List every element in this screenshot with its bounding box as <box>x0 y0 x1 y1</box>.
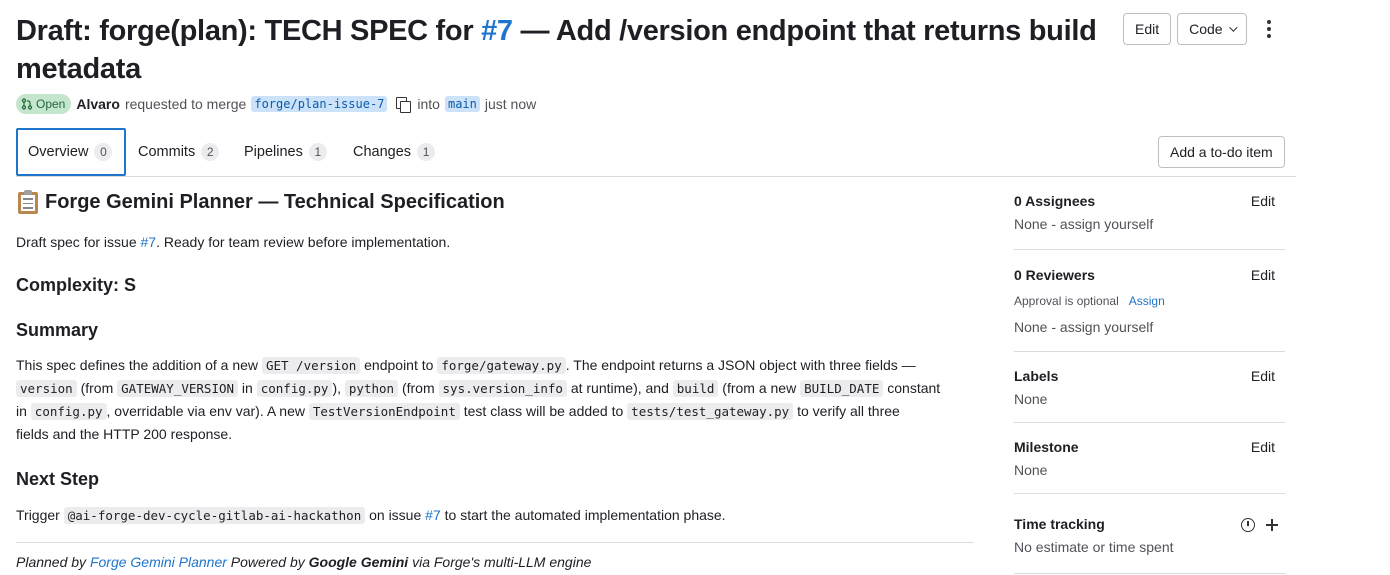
intro-text-end: . Ready for team review before implement… <box>156 234 451 250</box>
code-dropdown-button[interactable]: Code <box>1177 13 1247 45</box>
tab-count: 1 <box>308 143 327 161</box>
reviewers-value[interactable]: None - assign yourself <box>1014 319 1153 335</box>
code-span: version <box>16 380 77 397</box>
edit-button[interactable]: Edit <box>1123 13 1172 45</box>
description-heading-text: Forge Gemini Planner — Technical Specifi… <box>45 190 505 213</box>
tab-label: Pipelines <box>244 144 303 160</box>
code-span: TestVersionEndpoint <box>308 403 460 420</box>
code-span: build <box>672 380 719 397</box>
reviewers-title: 0 Reviewers <box>1014 267 1095 283</box>
tab-overview[interactable]: Overview 0 <box>16 128 126 176</box>
description: Forge Gemini Planner — Technical Specifi… <box>16 186 974 570</box>
code-span: forge/gateway.py <box>437 357 566 374</box>
milestone-section: Milestone Edit None <box>1014 423 1285 494</box>
tab-label: Overview <box>28 144 89 160</box>
milestone-title: Milestone <box>1014 439 1079 455</box>
assign-reviewer-link[interactable]: Assign <box>1129 294 1165 308</box>
time-tracking-value: No estimate or time spent <box>1014 539 1174 555</box>
tab-count: 2 <box>201 143 220 161</box>
status-badge: Open <box>16 94 72 114</box>
summary-heading: Summary <box>16 320 99 340</box>
footer-line: Planned by Forge Gemini Planner Powered … <box>16 554 592 570</box>
plus-icon[interactable] <box>1266 519 1278 531</box>
labels-title: Labels <box>1014 368 1059 384</box>
summary-paragraph: This spec defines the addition of a new … <box>16 354 974 445</box>
tab-changes[interactable]: Changes 1 <box>343 128 445 176</box>
issue-link[interactable]: #7 <box>425 507 441 523</box>
into-text: into <box>417 96 440 112</box>
tab-count: 1 <box>417 143 436 161</box>
tab-count: 0 <box>94 143 113 161</box>
merge-request-icon <box>21 98 33 110</box>
summary-line: in config.py, overridable via env var). … <box>16 403 900 420</box>
time-text: just now <box>484 96 537 112</box>
tab-commits[interactable]: Commits 2 <box>128 128 229 176</box>
labels-section: Labels Edit None <box>1014 352 1285 423</box>
labels-edit-button[interactable]: Edit <box>1251 368 1275 384</box>
milestone-value: None <box>1014 462 1048 478</box>
tab-label: Commits <box>138 144 196 160</box>
copy-icon[interactable] <box>394 96 412 113</box>
code-span: sys.version_info <box>438 380 567 397</box>
title-issue-link[interactable]: #7 <box>481 15 513 47</box>
tab-pipelines[interactable]: Pipelines 1 <box>234 128 337 176</box>
mr-meta: Open Alvaro requested to merge forge/pla… <box>16 94 536 114</box>
source-branch[interactable]: forge/plan-issue-7 <box>251 96 388 112</box>
intro-paragraph: Draft spec for issue #7. Ready for team … <box>16 231 974 253</box>
assignees-edit-button[interactable]: Edit <box>1251 193 1275 209</box>
header-actions: Edit Code <box>1123 13 1285 45</box>
approval-row: Approval is optional Assign <box>1014 292 1165 310</box>
code-span: config.py <box>30 403 107 420</box>
code-span: python <box>344 380 399 397</box>
code-span: config.py <box>256 380 333 397</box>
divider <box>16 542 974 543</box>
assignees-title: 0 Assignees <box>1014 193 1096 209</box>
footer-bold: Google Gemini <box>308 554 409 570</box>
next-step-paragraph: Trigger @ai-forge-dev-cycle-gitlab-ai-ha… <box>16 507 726 524</box>
stopwatch-icon[interactable] <box>1241 518 1255 532</box>
author-link[interactable]: Alvaro <box>76 96 120 112</box>
assignees-value[interactable]: None - assign yourself <box>1014 216 1153 232</box>
add-todo-button[interactable]: Add a to-do item <box>1158 136 1285 168</box>
code-span: GATEWAY_VERSION <box>117 380 239 397</box>
issue-link[interactable]: #7 <box>141 234 157 250</box>
reviewers-edit-button[interactable]: Edit <box>1251 267 1275 283</box>
target-branch[interactable]: main <box>444 96 480 112</box>
status-text: Open <box>36 97 66 111</box>
summary-line: This spec defines the addition of a new … <box>16 357 916 374</box>
time-tracking-section: Time tracking No estimate or time spent <box>1014 494 1285 574</box>
summary-line: fields and the HTTP 200 response. <box>16 426 233 442</box>
chevron-down-icon <box>1228 23 1238 32</box>
title-prefix: Draft: forge(plan): TECH SPEC for <box>16 15 482 47</box>
reviewers-section: 0 Reviewers Edit Approval is optional Ass… <box>1014 250 1285 352</box>
code-span: @ai-forge-dev-cycle-gitlab-ai-hackathon <box>63 507 366 524</box>
mr-tabs: Overview 0 Commits 2 Pipelines 1 Changes 1 A… <box>16 128 1296 177</box>
sidebar: 0 Assignees Edit None - assign yourself … <box>1014 186 1285 574</box>
more-actions-icon[interactable] <box>1253 13 1285 45</box>
complexity-heading: Complexity: S <box>16 275 137 295</box>
page-title: Draft: forge(plan): TECH SPEC for #7 — A… <box>16 12 1106 88</box>
code-label: Code <box>1189 21 1223 37</box>
labels-value: None <box>1014 391 1048 407</box>
time-tracking-title: Time tracking <box>1014 516 1105 532</box>
requested-text: requested to merge <box>124 96 247 112</box>
code-span: BUILD_DATE <box>800 380 884 397</box>
milestone-edit-button[interactable]: Edit <box>1251 439 1275 455</box>
intro-text: Draft spec for issue <box>16 234 141 250</box>
approval-text: Approval is optional <box>1014 294 1119 308</box>
planner-link[interactable]: Forge Gemini Planner <box>90 554 227 570</box>
assignees-section: 0 Assignees Edit None - assign yourself <box>1014 186 1285 250</box>
tab-label: Changes <box>353 144 412 160</box>
description-heading: Forge Gemini Planner — Technical Specifi… <box>16 186 974 218</box>
clipboard-icon <box>16 189 40 215</box>
summary-line: version (from GATEWAY_VERSION in config.… <box>16 377 974 400</box>
code-span: GET /version <box>261 357 361 374</box>
next-step-heading: Next Step <box>16 469 100 489</box>
code-span: tests/test_gateway.py <box>627 403 794 420</box>
